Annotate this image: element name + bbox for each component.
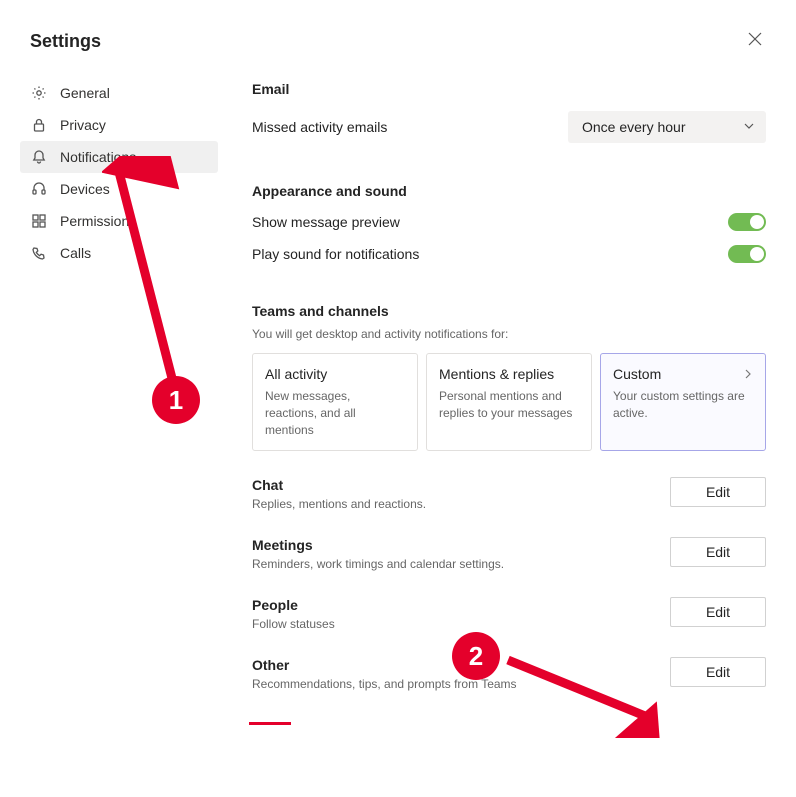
- edit-other-button[interactable]: Edit: [670, 657, 766, 687]
- close-icon: [748, 33, 762, 50]
- sidebar-item-privacy[interactable]: Privacy: [20, 109, 218, 141]
- phone-icon: [30, 244, 48, 262]
- card-desc: Your custom settings are active.: [613, 388, 753, 422]
- section-email-heading: Email: [252, 81, 766, 97]
- sound-label: Play sound for notifications: [252, 246, 419, 262]
- group-people-title: People: [252, 597, 335, 613]
- sidebar-item-devices[interactable]: Devices: [20, 173, 218, 205]
- annotation-underline-other: [249, 722, 291, 725]
- group-chat-title: Chat: [252, 477, 426, 493]
- page-title: Settings: [30, 31, 101, 52]
- chevron-right-icon: [743, 366, 753, 382]
- sidebar-item-calls[interactable]: Calls: [20, 237, 218, 269]
- card-desc: New messages, reactions, and all mention…: [265, 388, 405, 438]
- group-meetings-desc: Reminders, work timings and calendar set…: [252, 557, 504, 571]
- group-meetings-title: Meetings: [252, 537, 504, 553]
- card-all-activity[interactable]: All activity New messages, reactions, an…: [252, 353, 418, 451]
- sidebar-item-label: Calls: [60, 245, 91, 261]
- headset-icon: [30, 180, 48, 198]
- edit-meetings-button[interactable]: Edit: [670, 537, 766, 567]
- grid-icon: [30, 212, 48, 230]
- annotation-badge-2: 2: [452, 632, 500, 680]
- sidebar-item-permissions[interactable]: Permissions: [20, 205, 218, 237]
- sidebar-item-label: Privacy: [60, 117, 106, 133]
- teams-note: You will get desktop and activity notifi…: [252, 327, 766, 341]
- preview-label: Show message preview: [252, 214, 400, 230]
- edit-people-button[interactable]: Edit: [670, 597, 766, 627]
- preview-toggle[interactable]: [728, 213, 766, 231]
- sidebar-item-label: Devices: [60, 181, 110, 197]
- bell-icon: [30, 148, 48, 166]
- dropdown-value: Once every hour: [582, 119, 686, 135]
- sidebar-item-label: Notifications: [60, 149, 136, 165]
- content-panel: Email Missed activity emails Once every …: [218, 69, 796, 691]
- edit-chat-button[interactable]: Edit: [670, 477, 766, 507]
- chevron-down-icon: [742, 119, 756, 136]
- missed-activity-label: Missed activity emails: [252, 119, 387, 135]
- sidebar-item-label: General: [60, 85, 110, 101]
- section-appearance-heading: Appearance and sound: [252, 183, 766, 199]
- sound-toggle[interactable]: [728, 245, 766, 263]
- gear-icon: [30, 84, 48, 102]
- section-teams-heading: Teams and channels: [252, 303, 766, 319]
- annotation-badge-1: 1: [152, 376, 200, 424]
- group-people-desc: Follow statuses: [252, 617, 335, 631]
- card-desc: Personal mentions and replies to your me…: [439, 388, 579, 422]
- sidebar-item-notifications[interactable]: Notifications: [20, 141, 218, 173]
- close-button[interactable]: [744, 28, 766, 55]
- missed-activity-dropdown[interactable]: Once every hour: [568, 111, 766, 143]
- sidebar-item-label: Permissions: [60, 213, 136, 229]
- card-mentions-replies[interactable]: Mentions & replies Personal mentions and…: [426, 353, 592, 451]
- card-title: Custom: [613, 366, 753, 382]
- sidebar-item-general[interactable]: General: [20, 77, 218, 109]
- group-chat-desc: Replies, mentions and reactions.: [252, 497, 426, 511]
- card-title: All activity: [265, 366, 405, 382]
- card-custom[interactable]: Custom Your custom settings are active.: [600, 353, 766, 451]
- lock-icon: [30, 116, 48, 134]
- card-title: Mentions & replies: [439, 366, 579, 382]
